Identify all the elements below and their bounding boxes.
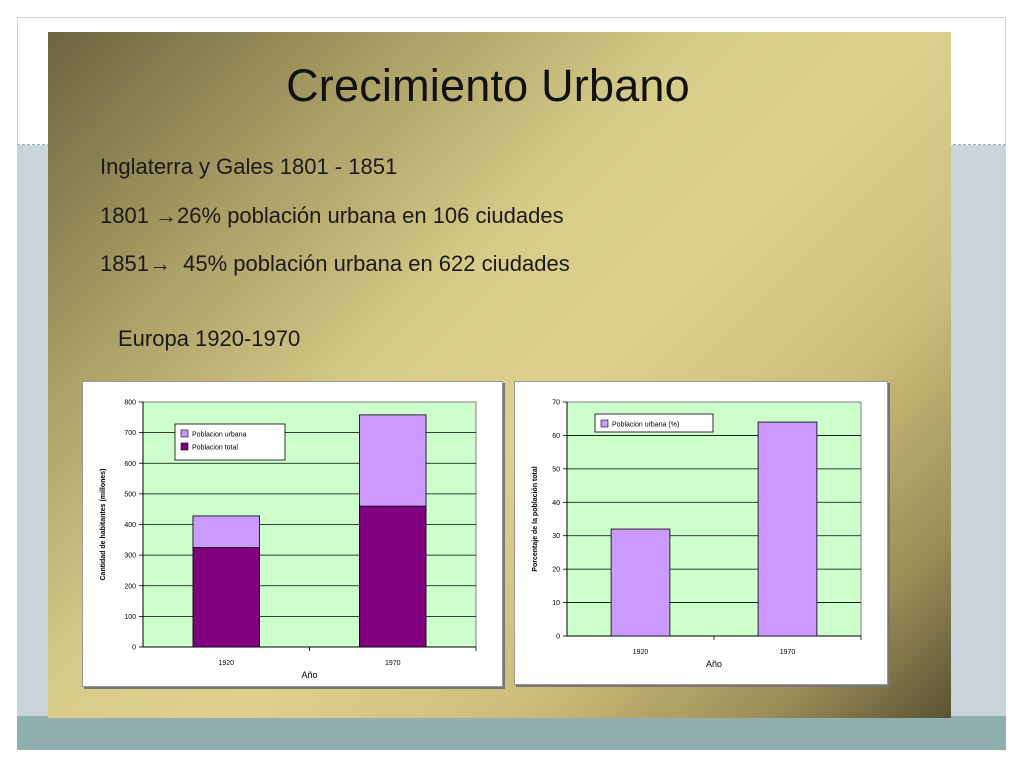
y-tick-label: 40 [552, 500, 560, 507]
bar-1920-0 [610, 528, 671, 637]
template-bottom-band [17, 716, 1006, 750]
chart-urban-percentage: 0 10 20 30 40 50 60 70 1920 1970 Año Porcentaje de … [514, 381, 888, 685]
slide: Crecimiento Urbano Inglaterra y Gales 18… [48, 32, 951, 718]
legend-label-1: Poblacion urbana [192, 432, 247, 439]
y-tick-label: 500 [124, 491, 136, 498]
bar-1920-1 [192, 515, 260, 548]
legend-swatch-0 [180, 442, 189, 451]
y-tick-label: 100 [124, 614, 136, 621]
y-tick-label: 0 [556, 634, 560, 641]
bar-1920-0 [192, 547, 260, 648]
chart-population-millions-svg: 0 100 200 300 400 500 600 700 800 1920 1970 Año Cant… [100, 400, 477, 680]
y-tick-label: 800 [124, 400, 136, 407]
y-axis-label: Cantidad de habitantes (millones) [100, 468, 107, 580]
y-tick-label: 50 [552, 466, 560, 473]
legend-label-0: Poblacion urbana (%) [612, 422, 679, 429]
x-tick-label: 1970 [385, 660, 401, 667]
x-tick-label: 1920 [633, 649, 649, 656]
y-tick-label: 30 [552, 533, 560, 540]
chart-population-millions: 0 100 200 300 400 500 600 700 800 1920 1970 Año Cant… [82, 381, 503, 687]
legend-label-0: Poblacion total [192, 445, 238, 452]
y-tick-label: 0 [132, 645, 136, 652]
bar-1970-0 [359, 505, 427, 648]
text-line-1801: 1801 →26% población urbana en 106 ciudad… [100, 203, 564, 228]
subheading-europe: Europa 1920-1970 [118, 326, 301, 351]
y-tick-label: 600 [124, 461, 136, 468]
y-tick-label: 300 [124, 553, 136, 560]
legend-box [174, 423, 286, 461]
legend-swatch-1 [180, 429, 189, 438]
x-axis-label: Año [706, 659, 722, 669]
bar-1970-1 [359, 414, 427, 507]
x-tick-label: 1970 [780, 649, 796, 656]
bar-1970-0 [757, 421, 818, 637]
y-tick-label: 70 [552, 400, 560, 407]
x-axis-label: Año [301, 670, 317, 680]
legend-swatch-0 [600, 419, 609, 428]
text-line-england-wales: Inglaterra y Gales 1801 - 1851 [100, 154, 398, 179]
text-line-1851: 1851→ 45% población urbana en 622 ciudad… [100, 251, 570, 276]
y-tick-label: 20 [552, 567, 560, 574]
x-tick-label: 1920 [218, 660, 234, 667]
y-tick-label: 200 [124, 583, 136, 590]
slide-title: Crecimiento Urbano [286, 60, 690, 111]
y-axis-label: Porcentaje de la población total [532, 466, 539, 571]
y-tick-label: 400 [124, 522, 136, 529]
chart-urban-percentage-svg: 0 10 20 30 40 50 60 70 1920 1970 Año Porcentaje de … [532, 400, 862, 669]
y-tick-label: 10 [552, 600, 560, 607]
y-tick-label: 700 [124, 430, 136, 437]
y-tick-label: 60 [552, 433, 560, 440]
